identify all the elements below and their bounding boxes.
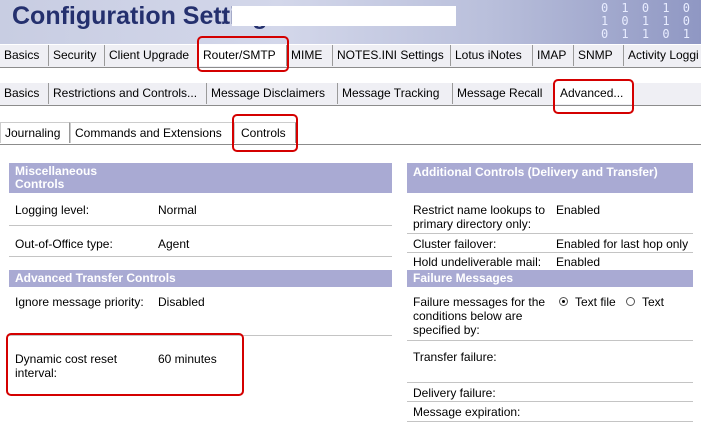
tab-journaling[interactable]: Journaling [0,122,70,143]
message-expiration-label: Message expiration: [413,405,521,419]
divider [407,340,693,341]
dynamic-cost-reset-interval-value: 60 minutes [158,352,217,366]
divider [407,233,693,234]
divider [407,401,693,402]
section-header-additional-controls: Additional Controls (Delivery and Transf… [407,163,693,193]
tab-message-tracking[interactable]: Message Tracking [338,83,453,104]
tab-commands-and-extensions[interactable]: Commands and Extensions [70,122,234,143]
ignore-message-priority-label: Ignore message priority: [15,295,144,309]
restrict-name-lookups-value: Enabled [556,203,601,217]
tab-controls[interactable]: Controls [234,122,296,143]
text-option-label: Text [642,295,665,309]
tab-lotus-inotes[interactable]: Lotus iNotes [451,45,533,66]
tab-message-recall[interactable]: Message Recall [453,83,554,104]
tab-mime[interactable]: MIME [287,45,333,66]
tab-basics[interactable]: Basics [0,45,49,66]
logging-level-value: Normal [158,203,197,217]
main-tab-bar: Basics Security Client Upgrade Router/SM… [0,45,701,68]
out-of-office-type-label: Out-of-Office type: [15,237,113,251]
tab-notes-ini-settings[interactable]: NOTES.INI Settings [333,45,451,66]
tab-snmp[interactable]: SNMP [574,45,624,66]
logging-level-label: Logging level: [15,203,90,217]
tab-router-smtp[interactable]: Router/SMTP [199,45,287,66]
section-header-failure-messages: Failure Messages [407,270,693,287]
tab-advanced[interactable]: Advanced... [554,83,634,104]
tab-client-upgrade[interactable]: Client Upgrade [105,45,199,66]
section-header-advanced-transfer-controls: Advanced Transfer Controls [9,270,392,287]
text-radio[interactable] [626,297,635,306]
divider [9,225,392,226]
tab-message-disclaimers[interactable]: Message Disclaimers [207,83,338,104]
text-file-option-label: Text file [575,295,616,309]
dynamic-cost-reset-interval-label: Dynamic cost reset interval: [15,352,118,380]
text-file-radio[interactable] [559,297,568,306]
section-header-miscellaneous-controls: Miscellaneous Controls [9,163,392,193]
tab-activity-logging[interactable]: Activity Loggi [624,45,701,66]
transfer-failure-label: Transfer failure: [413,350,497,364]
title-separator: : [220,3,227,30]
cluster-failover-value: Enabled for last hop only [556,237,689,251]
tab-imap[interactable]: IMAP [533,45,574,66]
advanced-tab-bar: Journaling Commands and Extensions Contr… [0,122,701,145]
tab-router-basics[interactable]: Basics [0,83,49,104]
divider [9,256,392,257]
divider [9,335,392,336]
divider [407,421,693,422]
divider [407,382,693,383]
configuration-name-field [232,6,456,26]
banner: Configuration Settings : 0 1 0 1 01 0 1 … [0,0,701,44]
hold-undeliverable-mail-value: Enabled [556,255,601,269]
delivery-failure-label: Delivery failure: [413,386,496,400]
restrict-name-lookups-label: Restrict name lookups to primary directo… [413,203,546,231]
failure-messages-specified-by-label: Failure messages for the conditions belo… [413,295,546,337]
divider [407,252,693,253]
hold-undeliverable-mail-label: Hold undeliverable mail: [413,255,542,269]
ignore-message-priority-value: Disabled [158,295,205,309]
router-tab-bar: Basics Restrictions and Controls... Mess… [0,83,701,106]
binary-decoration-icon: 0 1 0 1 01 0 1 1 00 1 1 0 1 [600,1,693,41]
tab-restrictions-and-controls[interactable]: Restrictions and Controls... [49,83,207,104]
cluster-failover-label: Cluster failover: [413,237,497,251]
out-of-office-type-value: Agent [158,237,190,251]
tab-security[interactable]: Security [49,45,105,66]
